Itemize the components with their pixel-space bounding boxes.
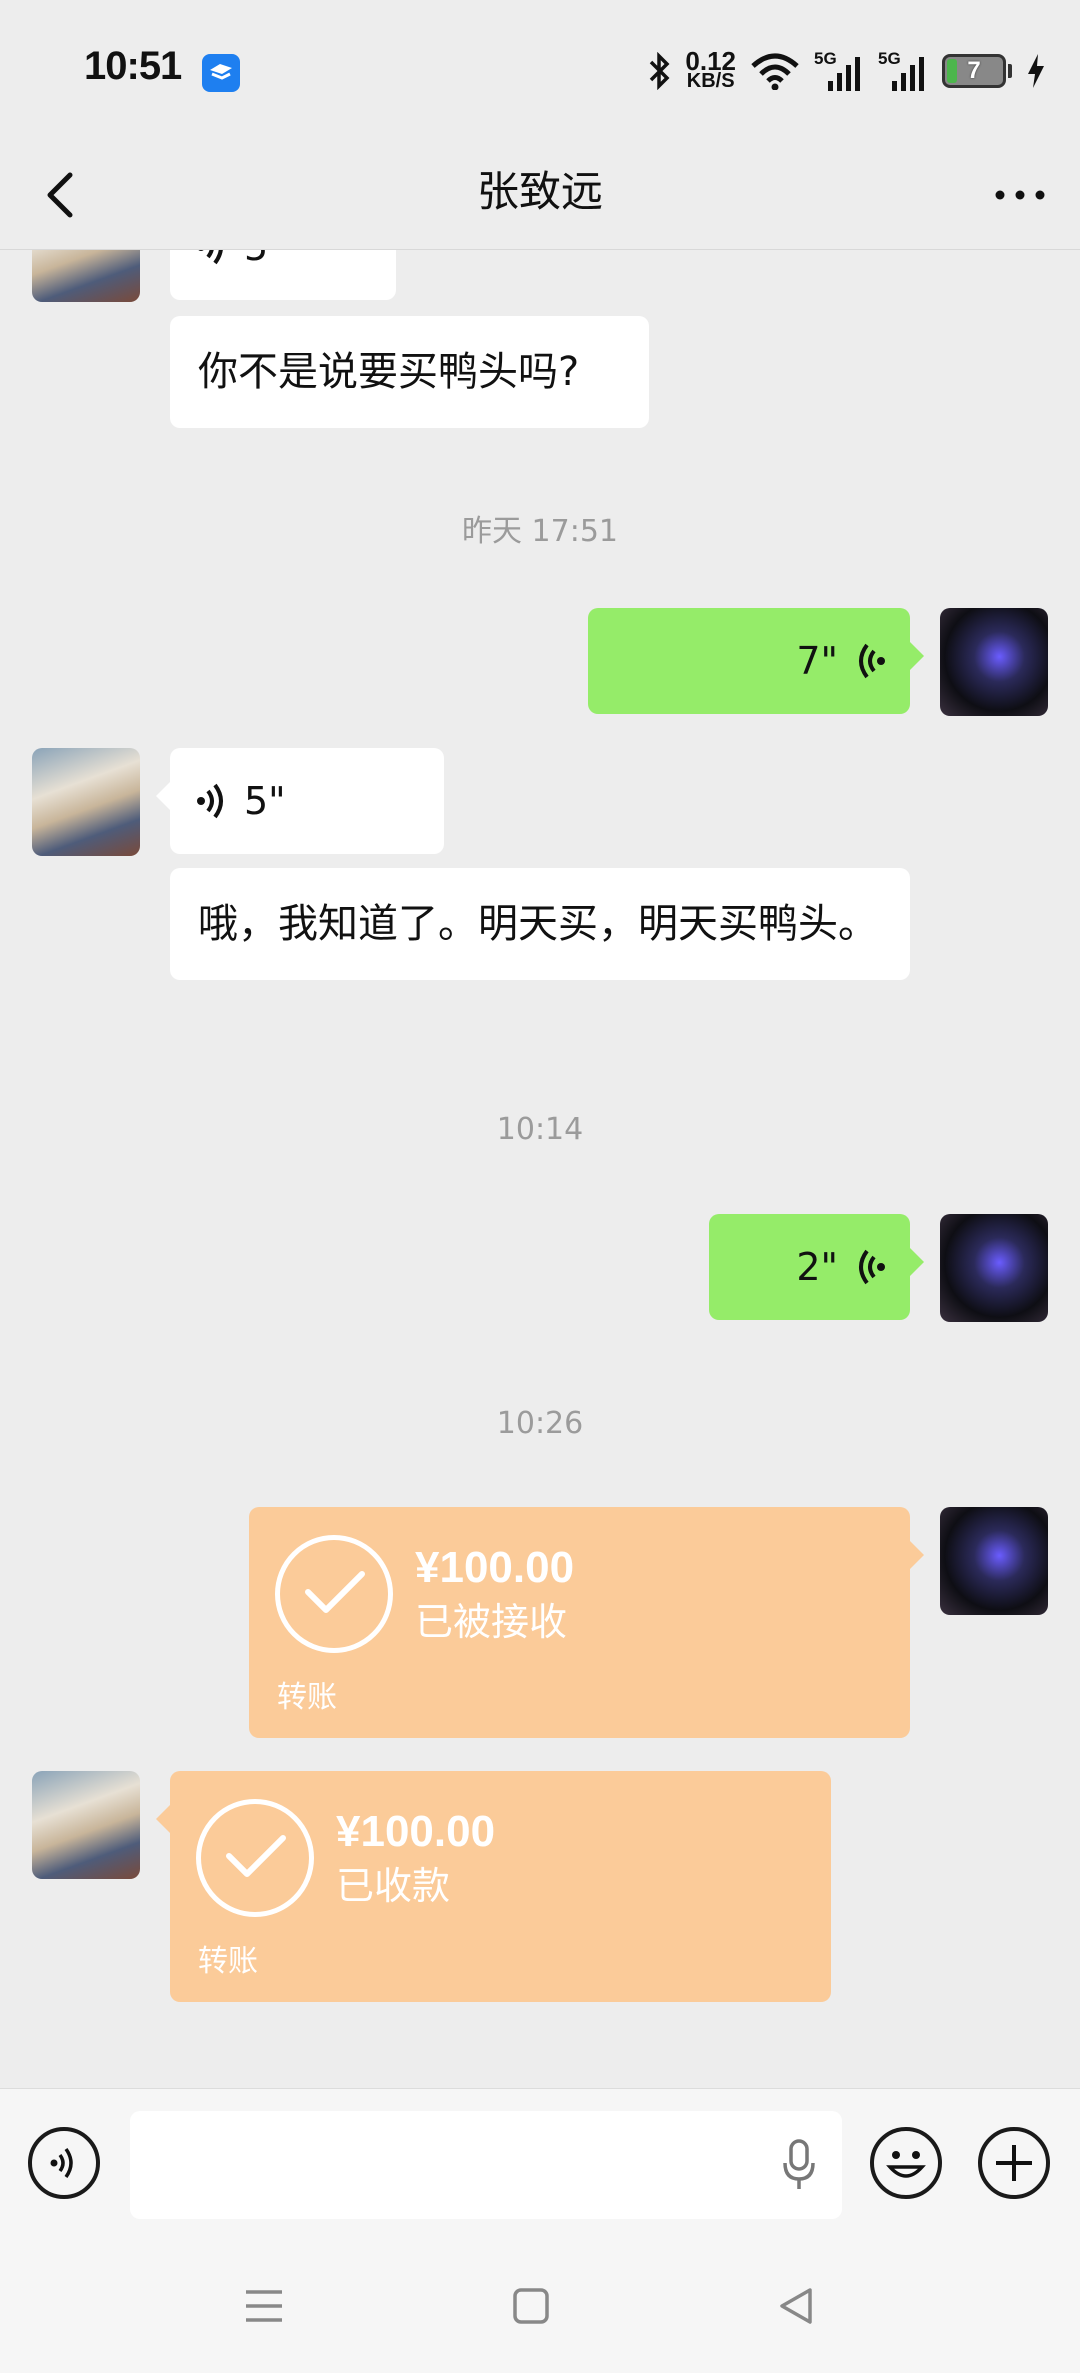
voice-message-out[interactable]: 2" bbox=[709, 1214, 924, 1320]
transfer-card-in[interactable]: ¥100.00 已收款 转账 bbox=[156, 1771, 831, 2002]
voice-duration: 5" bbox=[244, 250, 286, 269]
text-message-in[interactable]: 你不是说要买鸭头吗? bbox=[170, 316, 649, 428]
friend-avatar[interactable] bbox=[32, 1771, 140, 1879]
text-message-in[interactable]: 哦，我知道了。明天买，明天买鸭头。 bbox=[170, 868, 910, 980]
battery-cap bbox=[1008, 64, 1012, 78]
chat-title: 张致远 bbox=[476, 167, 603, 216]
friend-avatar[interactable] bbox=[32, 748, 140, 856]
battery-icon: 7 bbox=[942, 54, 1006, 88]
transfer-card-out[interactable]: ¥100.00 已被接收 转账 bbox=[249, 1507, 924, 1738]
timestamp: 10:14 bbox=[496, 1112, 584, 1147]
chat-header: 张致远 bbox=[0, 140, 1080, 250]
voice-mode-icon bbox=[50, 2147, 73, 2179]
menu-icon[interactable] bbox=[242, 2286, 286, 2326]
transfer-label: 转账 bbox=[277, 1680, 337, 1715]
voice-duration: 7" bbox=[796, 639, 838, 683]
message-text: 你不是说要买鸭头吗? bbox=[198, 349, 580, 395]
plus-icon bbox=[996, 2145, 1032, 2181]
transfer-info: ¥100.00 已收款 bbox=[196, 1799, 495, 1917]
mic-icon[interactable] bbox=[782, 2139, 816, 2191]
voice-duration: 2" bbox=[796, 1245, 838, 1289]
timestamp: 10:26 bbox=[496, 1406, 584, 1441]
timestamp: 昨天 17:51 bbox=[462, 514, 618, 549]
status-time: 10:51 bbox=[84, 44, 182, 88]
notification-app-icon bbox=[202, 54, 240, 92]
wifi-icon bbox=[751, 53, 799, 90]
voice-wave-icon bbox=[859, 1249, 885, 1285]
net-speed: 0.12 KB/S bbox=[685, 46, 736, 92]
voice-wave-icon bbox=[197, 783, 223, 819]
home-icon[interactable] bbox=[511, 2286, 551, 2326]
input-bar bbox=[0, 2088, 1080, 2238]
message-input[interactable] bbox=[130, 2111, 842, 2219]
my-avatar[interactable] bbox=[940, 1214, 1048, 1322]
voice-message-in[interactable]: 5" bbox=[156, 748, 444, 854]
status-indicators: 0.12 KB/S 5G 5G 7 bbox=[647, 46, 1046, 96]
check-icon bbox=[196, 1799, 314, 1917]
more-icon bbox=[995, 190, 1045, 200]
transfer-amount: ¥100.00 bbox=[336, 1807, 496, 1856]
bluetooth-icon bbox=[650, 52, 670, 90]
more-actions-button[interactable] bbox=[978, 2127, 1050, 2199]
message-text: 哦，我知道了。明天买，明天买鸭头。 bbox=[198, 901, 878, 947]
more-button[interactable] bbox=[990, 170, 1050, 220]
voice-message-in[interactable]: 5" bbox=[170, 250, 396, 300]
status-bar: 10:51 0.12 KB/S 5G 5G 7 bbox=[0, 0, 1080, 140]
friend-avatar[interactable] bbox=[32, 250, 140, 302]
transfer-status: 已收款 bbox=[336, 1864, 451, 1908]
signal-1: 5G bbox=[814, 49, 864, 93]
voice-wave-icon bbox=[198, 250, 223, 265]
my-avatar[interactable] bbox=[940, 608, 1048, 716]
back-triangle-icon[interactable] bbox=[776, 2286, 816, 2326]
check-icon bbox=[275, 1535, 393, 1653]
my-avatar[interactable] bbox=[940, 1507, 1048, 1615]
transfer-label: 转账 bbox=[198, 1944, 258, 1979]
transfer-info: ¥100.00 已被接收 bbox=[275, 1535, 574, 1653]
chat-messages[interactable]: 5" 你不是说要买鸭头吗? 昨天 17:51 7" 5" 哦，我知道了。明天买，… bbox=[0, 250, 1080, 2088]
voice-duration: 5" bbox=[244, 779, 286, 823]
signal-2: 5G bbox=[878, 49, 928, 93]
system-nav-bar bbox=[0, 2238, 1080, 2373]
charging-icon bbox=[1028, 54, 1044, 88]
transfer-amount: ¥100.00 bbox=[415, 1543, 575, 1592]
voice-wave-icon bbox=[859, 643, 885, 679]
emoji-icon bbox=[886, 2151, 926, 2178]
transfer-status: 已被接收 bbox=[415, 1600, 568, 1644]
voice-message-out[interactable]: 7" bbox=[588, 608, 924, 714]
voice-mode-button[interactable] bbox=[28, 2127, 100, 2199]
emoji-button[interactable] bbox=[870, 2127, 942, 2199]
